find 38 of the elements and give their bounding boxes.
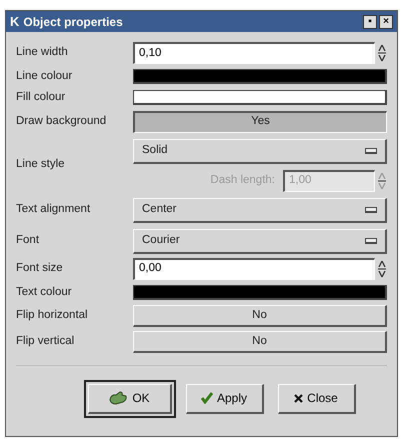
toggle-button[interactable]: No bbox=[133, 330, 387, 353]
spin-arrows-icon[interactable] bbox=[377, 43, 387, 63]
field-label: Draw background bbox=[16, 114, 108, 129]
number-field[interactable]: 0,00 bbox=[133, 258, 375, 280]
close-button[interactable]: × bbox=[379, 14, 393, 28]
dropdown-indicator-icon bbox=[365, 148, 377, 154]
spin-arrows-icon[interactable] bbox=[377, 170, 387, 190]
window-title: Object properties bbox=[23, 14, 124, 30]
field-label: Dash length: bbox=[209, 172, 276, 188]
minimize-button[interactable]: ▪ bbox=[363, 14, 377, 28]
field-label: Fill colour bbox=[16, 90, 66, 106]
dropdown[interactable]: Courier bbox=[133, 228, 387, 254]
number-field[interactable]: 0,10 bbox=[133, 42, 375, 64]
field-label: Text alignment bbox=[16, 202, 92, 218]
color-swatch[interactable] bbox=[133, 90, 387, 106]
color-swatch[interactable] bbox=[133, 284, 387, 300]
field-label: Flip vertical bbox=[16, 334, 76, 350]
field-label: Font bbox=[16, 233, 40, 248]
dropdown[interactable]: Solid bbox=[133, 138, 387, 164]
color-swatch[interactable] bbox=[133, 69, 387, 84]
check-icon bbox=[200, 392, 213, 404]
dialog-button[interactable]: Close bbox=[278, 384, 356, 414]
dialog-button[interactable]: Apply bbox=[186, 384, 264, 414]
spin-arrows-icon[interactable] bbox=[377, 258, 387, 278]
dropdown-indicator-icon bbox=[365, 238, 377, 244]
field-label: Flip horizontal bbox=[16, 308, 89, 324]
dropdown[interactable]: Center bbox=[133, 198, 387, 222]
field-label: Text colour bbox=[16, 284, 73, 300]
app-icon: K bbox=[10, 15, 20, 28]
field-label: Font size bbox=[16, 260, 64, 276]
field-label: Line style bbox=[16, 157, 66, 172]
field-label: Line width bbox=[16, 45, 69, 60]
hand-icon bbox=[108, 391, 128, 406]
dropdown-indicator-icon bbox=[365, 206, 377, 212]
toggle-button[interactable]: No bbox=[133, 304, 387, 327]
toggle-button[interactable]: Yes bbox=[133, 110, 387, 132]
x-icon bbox=[294, 394, 304, 403]
field-label: Line colour bbox=[16, 69, 74, 84]
